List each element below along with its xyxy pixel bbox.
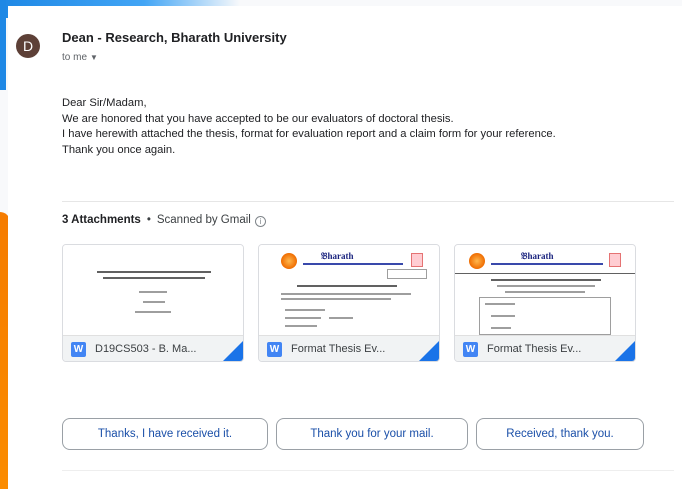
decorative-left-blue-accent [0,0,6,90]
body-line: We are honored that you have accepted to… [62,112,454,125]
attachment-name: Format Thesis Ev... [291,343,386,355]
attachment-card-1[interactable]: W D19CS503 - B. Ma... [62,244,244,362]
recipient-line: to me [62,52,88,63]
university-logo-icon [469,253,485,269]
word-file-icon: W [267,342,282,357]
sender-avatar[interactable]: D [16,34,40,58]
corner-fold-icon [419,341,439,361]
header-separator: • [146,214,151,226]
attachment-card-2[interactable]: 𝔅harath W Format Thesis Ev... [258,244,440,362]
attachments-header: 3 Attachments • Scanned by Gmail i [62,214,266,227]
attachment-thumbnail: 𝔅harath [259,245,439,335]
smart-reply-thank-you-button[interactable]: Thank you for your mail. [276,418,468,450]
university-logo-icon [281,253,297,269]
attachment-footer: W D19CS503 - B. Ma... [63,335,243,361]
corner-fold-icon [615,341,635,361]
body-line: Dear Sir/Madam, [62,97,147,109]
smart-reply-received-button[interactable]: Thanks, I have received it. [62,418,268,450]
info-icon[interactable]: i [254,216,266,227]
word-file-icon: W [463,342,478,357]
recipient-details-toggle[interactable]: to me ▼ [62,52,98,63]
body-line: I have herewith attached the thesis, for… [62,128,556,140]
body-line: Thank you once again. [62,143,176,156]
smart-reply-received-thanks-button[interactable]: Received, thank you. [476,418,644,450]
scanned-label: Scanned by Gmail [156,214,251,226]
attachment-name: D19CS503 - B. Ma... [95,343,197,355]
attachment-thumbnail: 𝔅harath [455,245,635,335]
attachments-divider [62,201,674,202]
sender-name: Dean - Research, Bharath University [62,30,287,45]
attachment-card-3[interactable]: 𝔅harath W Format Thesis Ev... [454,244,636,362]
email-body: Dear Sir/Madam, We are honored that you … [62,96,672,158]
attachment-thumbnail [63,245,243,335]
attachments-count: 3 Attachments [62,214,141,226]
word-file-icon: W [71,342,86,357]
corner-fold-icon [223,341,243,361]
attachment-footer: W Format Thesis Ev... [259,335,439,361]
bottom-divider [62,470,674,471]
attachment-footer: W Format Thesis Ev... [455,335,635,361]
chevron-down-icon: ▼ [90,53,98,62]
attachment-name: Format Thesis Ev... [487,343,582,355]
